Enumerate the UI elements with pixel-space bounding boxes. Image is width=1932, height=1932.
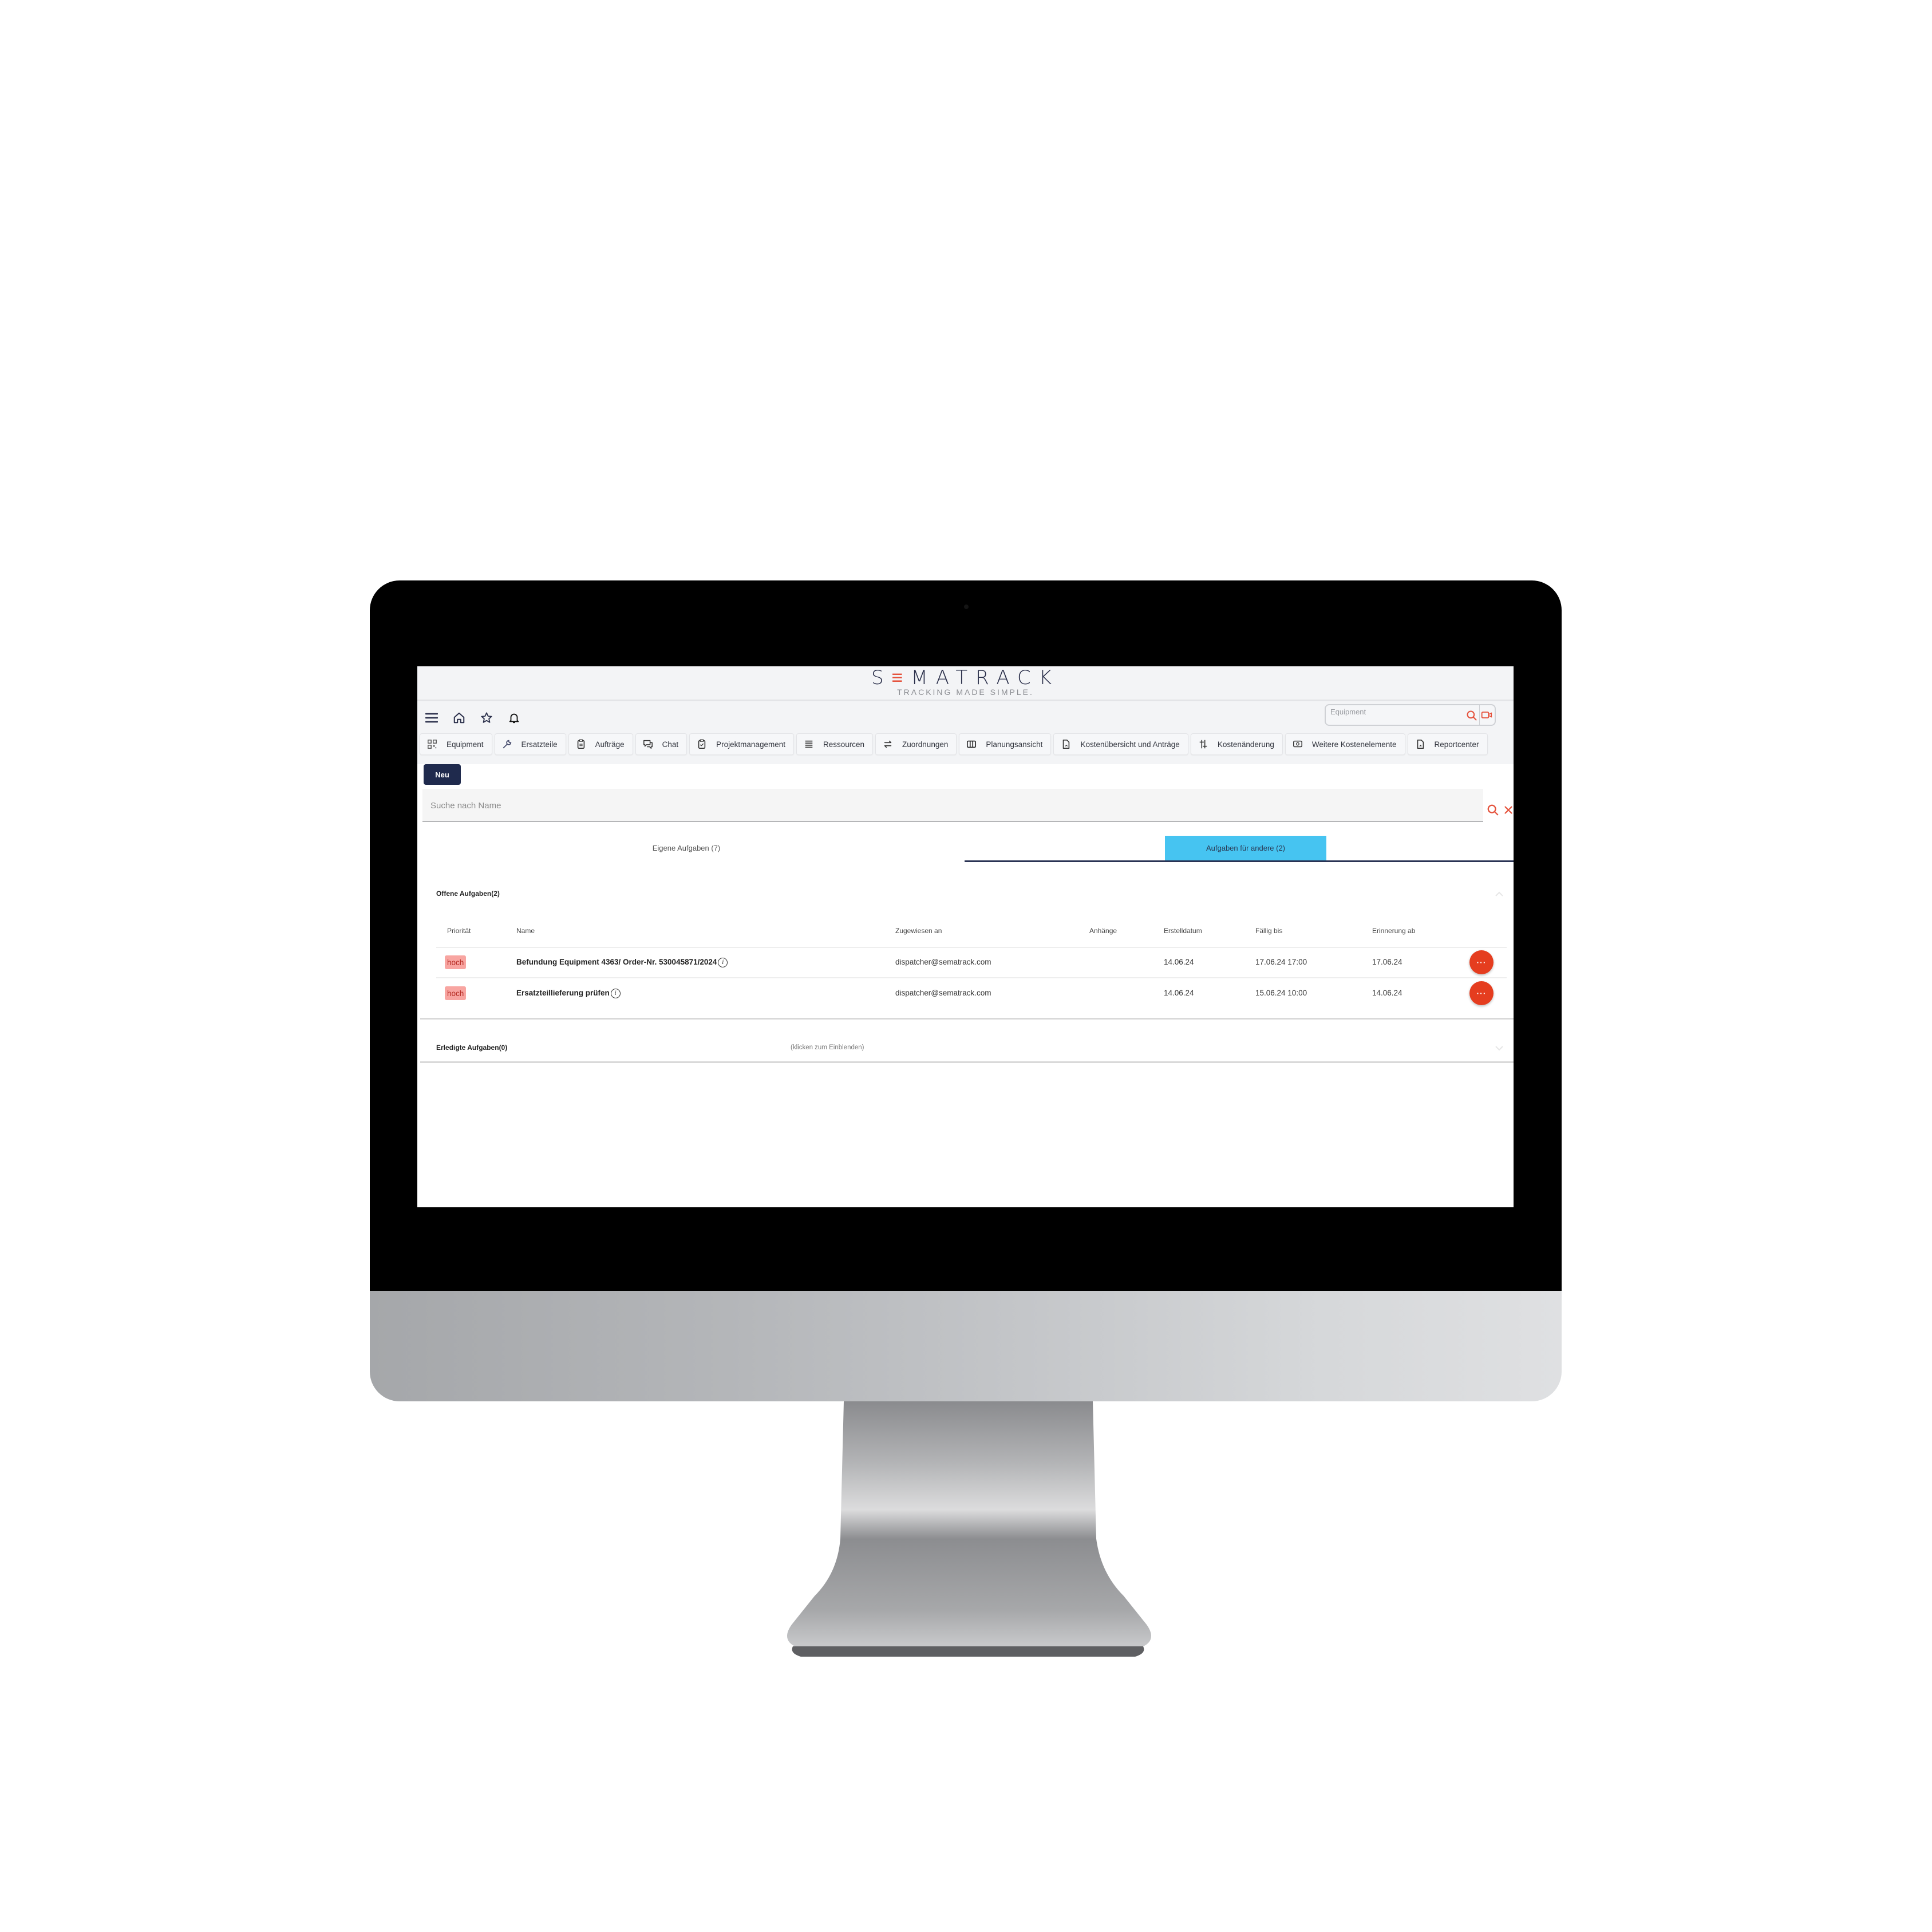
wrench-icon [503, 740, 511, 749]
nav-tab-label: Kostenänderung [1217, 740, 1274, 749]
report-icon [1417, 739, 1424, 749]
assigned-to: dispatcher@sematrack.com [895, 989, 991, 997]
nav-tab-label: Ressourcen [823, 740, 865, 749]
nav-tab-kostenaenderung[interactable]: Kostenänderung [1190, 733, 1283, 755]
nav-tab-label: Planungsansicht [986, 740, 1043, 749]
column-header-priority[interactable]: Priorität [447, 927, 471, 935]
chevron-down-icon[interactable] [1495, 1045, 1504, 1051]
more-actions-button[interactable]: ··· [1469, 981, 1494, 1005]
assigned-to: dispatcher@sematrack.com [895, 958, 991, 966]
document-icon [1063, 739, 1070, 749]
open-tasks-title[interactable]: Offene Aufgaben(2) [436, 890, 500, 898]
task-name-text: Befundung Equipment 4363/ Order-Nr. 5300… [516, 958, 717, 967]
list-icon [805, 740, 813, 748]
app-toolbar: Equipment Ersatzteile Aufträge Chat Proj… [417, 701, 1514, 764]
new-task-button[interactable]: Neu [424, 764, 461, 785]
video-camera-icon[interactable] [1481, 710, 1492, 720]
row-divider [436, 977, 1507, 978]
column-header-assigned-to[interactable]: Zugewiesen an [895, 927, 942, 935]
search-icon[interactable] [1487, 804, 1499, 816]
tab-tasks-for-others[interactable]: Aufgaben für andere (2) [1165, 836, 1326, 860]
nav-tab-label: Aufträge [595, 740, 625, 749]
nav-tab-equipment[interactable]: Equipment [420, 733, 492, 755]
more-actions-button[interactable]: ··· [1469, 950, 1494, 974]
chat-icon [643, 740, 653, 749]
column-header-due[interactable]: Fällig bis [1255, 927, 1282, 935]
section-divider [420, 1018, 1514, 1020]
nav-tab-label: Projektmanagement [716, 740, 785, 749]
column-header-name[interactable]: Name [516, 927, 535, 935]
nav-tab-planungsansicht[interactable]: Planungsansicht [959, 733, 1052, 755]
clipboard-icon [577, 739, 584, 749]
clipboard-check-icon [698, 739, 706, 749]
reminder-date: 14.06.24 [1372, 989, 1402, 997]
clear-icon[interactable] [1503, 804, 1514, 816]
nav-tab-ressourcen[interactable]: Ressourcen [796, 733, 874, 755]
nav-tab-label: Weitere Kostenelemente [1311, 740, 1397, 749]
section-divider [420, 1061, 1514, 1063]
monitor-stand [787, 1401, 1151, 1657]
name-search-field [422, 789, 1483, 822]
info-icon[interactable]: i [610, 989, 621, 998]
nav-tab-weitere-kostenelemente[interactable]: Weitere Kostenelemente [1285, 733, 1405, 755]
logo-accent: ≡ [891, 666, 911, 689]
nav-tab-label: Chat [662, 740, 679, 749]
nav-tab-zuordnungen[interactable]: Zuordnungen [875, 733, 957, 755]
money-icon [1293, 740, 1302, 748]
nav-tab-label: Zuordnungen [902, 740, 949, 749]
nav-tab-reportcenter[interactable]: Reportcenter [1407, 733, 1488, 755]
swap-icon [884, 740, 892, 748]
nav-tab-label: Reportcenter [1434, 740, 1479, 749]
column-header-created[interactable]: Erstelldatum [1164, 927, 1202, 935]
task-name[interactable]: Ersatzteillieferung prüfen i [516, 989, 621, 998]
logo-text-suffix: MATRACK [911, 666, 1060, 689]
nav-tab-chat[interactable]: Chat [635, 733, 688, 755]
nav-tab-projektmanagement[interactable]: Projektmanagement [689, 733, 794, 755]
sliders-icon [1199, 740, 1207, 749]
search-icon[interactable] [1466, 710, 1477, 721]
done-tasks-title[interactable]: Erledigte Aufgaben(0) [436, 1044, 507, 1052]
nav-tab-label: Kostenübersicht und Anträge [1080, 740, 1180, 749]
info-icon[interactable]: i [718, 958, 728, 967]
column-header-attachments[interactable]: Anhänge [1089, 927, 1117, 935]
app-tagline: TRACKING MADE SIMPLE. [897, 688, 1034, 697]
app-screen: S≡MATRACK TRACKING MADE SIMPLE. Equipmen… [417, 666, 1514, 1207]
bell-icon[interactable] [504, 708, 524, 728]
tab-own-tasks[interactable]: Eigene Aufgaben (7) [515, 836, 858, 860]
name-search-input[interactable] [429, 798, 947, 813]
task-name[interactable]: Befundung Equipment 4363/ Order-Nr. 5300… [516, 958, 728, 967]
active-tab-indicator [965, 860, 1514, 862]
created-date: 14.06.24 [1164, 958, 1194, 966]
logo-text-prefix: S [871, 666, 892, 689]
nav-tab-kostenuebersicht[interactable]: Kostenübersicht und Anträge [1053, 733, 1188, 755]
reminder-date: 17.06.24 [1372, 958, 1402, 966]
row-divider [436, 947, 1507, 948]
main-navigation: Equipment Ersatzteile Aufträge Chat Proj… [420, 733, 1488, 755]
due-date: 15.06.24 10:00 [1255, 989, 1307, 997]
priority-badge: hoch [445, 955, 467, 969]
columns-icon [967, 740, 977, 748]
menu-icon[interactable] [422, 708, 441, 728]
search-separator [1479, 705, 1480, 725]
nav-tab-label: Ersatzteile [521, 740, 558, 749]
qr-code-icon [428, 740, 437, 749]
priority-badge: hoch [445, 986, 467, 1000]
task-name-text: Ersatzteillieferung prüfen [516, 989, 610, 998]
column-header-reminder[interactable]: Erinnerung ab [1372, 927, 1415, 935]
chevron-up-icon[interactable] [1495, 891, 1504, 897]
star-icon[interactable] [477, 708, 496, 728]
equipment-search-input[interactable] [1329, 705, 1463, 718]
home-icon[interactable] [449, 708, 469, 728]
app-header: S≡MATRACK TRACKING MADE SIMPLE. [417, 666, 1514, 701]
monitor-chin [370, 1291, 1562, 1401]
nav-tab-ersatzteile[interactable]: Ersatzteile [494, 733, 566, 755]
webcam-icon [964, 605, 969, 609]
equipment-search [1325, 704, 1496, 726]
nav-tab-auftraege[interactable]: Aufträge [568, 733, 633, 755]
created-date: 14.06.24 [1164, 989, 1194, 997]
done-tasks-hint[interactable]: (klicken zum Einblenden) [791, 1044, 864, 1051]
app-logo: S≡MATRACK [417, 667, 1514, 688]
nav-tab-label: Equipment [447, 740, 484, 749]
due-date: 17.06.24 17:00 [1255, 958, 1307, 966]
